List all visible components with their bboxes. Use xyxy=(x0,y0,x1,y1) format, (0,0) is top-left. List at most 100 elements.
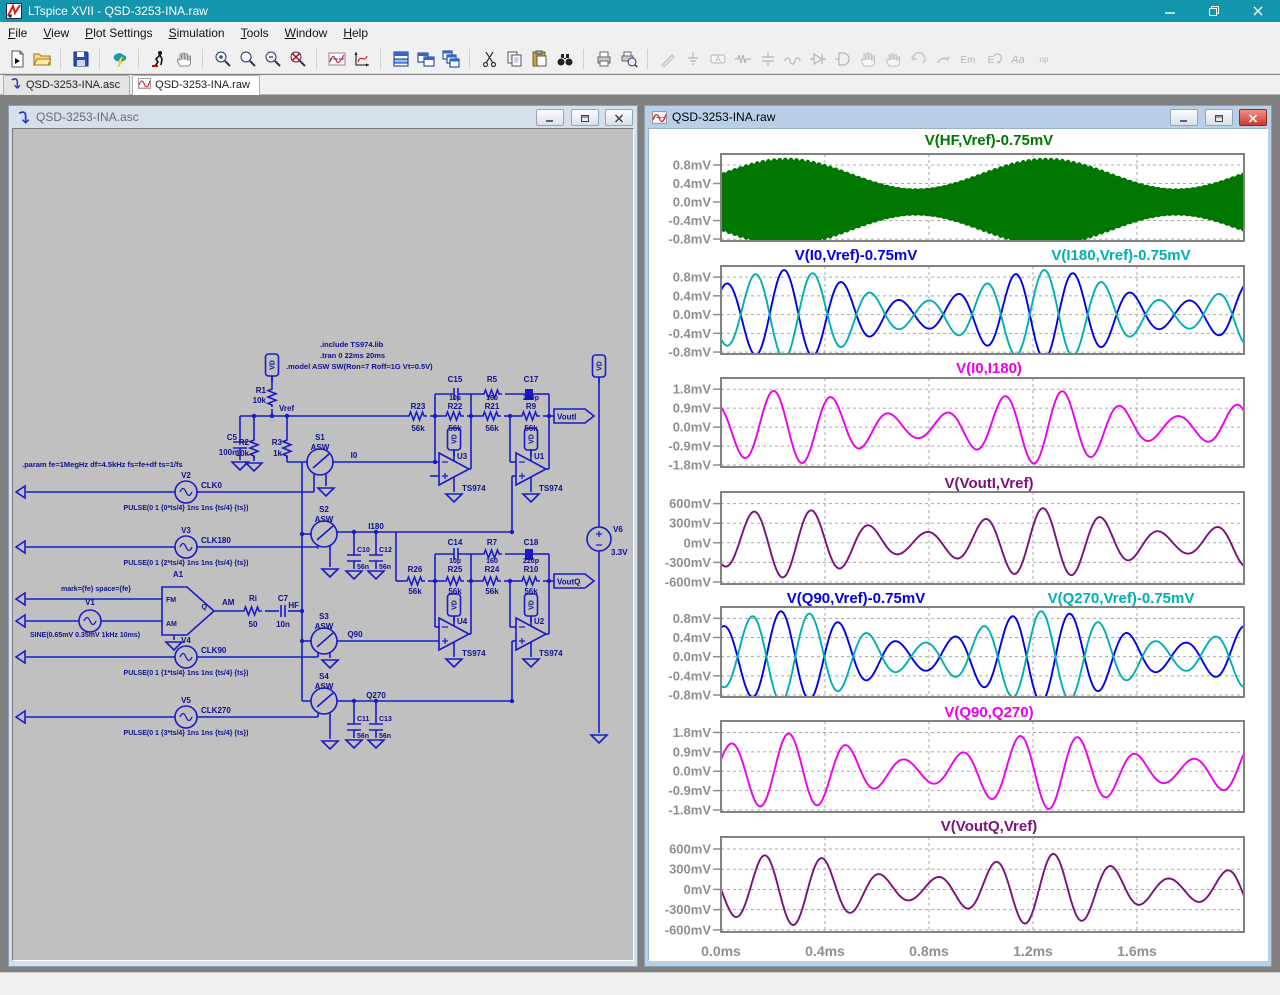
menu-item-plot-settings[interactable]: Plot Settings xyxy=(77,22,160,44)
cascade-windows-button[interactable] xyxy=(439,47,463,71)
schematic-restore-button[interactable] xyxy=(571,109,599,126)
svg-text:56k: 56k xyxy=(411,424,425,433)
toolbar: AEmEAa.op xyxy=(0,44,1280,74)
svg-text:300mV: 300mV xyxy=(669,862,711,877)
open-file-button[interactable] xyxy=(30,47,54,71)
paste-button[interactable] xyxy=(528,47,552,71)
svg-text:160: 160 xyxy=(486,558,498,565)
svg-text:220p: 220p xyxy=(523,395,539,402)
svg-text:V(HF,Vref)-0.75mV: V(HF,Vref)-0.75mV xyxy=(925,132,1053,149)
toolbar-separator xyxy=(99,49,107,69)
svg-text:R25: R25 xyxy=(448,565,463,574)
tile-vertically-button[interactable] xyxy=(414,47,438,71)
waveform-window-titlebar[interactable]: QSD-3253-INA.raw xyxy=(648,106,1268,128)
schematic-minimize-button[interactable] xyxy=(536,109,564,126)
menu-item-view[interactable]: View xyxy=(35,22,77,44)
svg-text:S2: S2 xyxy=(319,505,329,514)
svg-text:56k: 56k xyxy=(485,587,499,596)
tab-bar: QSD-3253-INA.ascQSD-3253-INA.raw xyxy=(0,75,1280,95)
schematic-drawing: VoutIVoutQVDVDVDVDVDVD.include TS974.lib… xyxy=(13,129,633,960)
pause-simulation-button[interactable] xyxy=(172,47,196,71)
schematic-window: QSD-3253-INA.asc VoutIVoutQVDVDVDVDVDVD.… xyxy=(8,105,638,967)
copy-button[interactable] xyxy=(503,47,527,71)
print-button[interactable] xyxy=(592,47,616,71)
svg-text:VD: VD xyxy=(452,600,459,610)
svg-text:10k: 10k xyxy=(253,396,267,405)
svg-text:56k: 56k xyxy=(485,424,499,433)
svg-text:0.8mV: 0.8mV xyxy=(673,270,712,285)
halt-simulation-button[interactable] xyxy=(147,47,171,71)
zoom-in-button[interactable] xyxy=(211,47,235,71)
svg-text:V2: V2 xyxy=(181,471,191,480)
waveform-plot-area[interactable]: V(HF,Vref)-0.75mV0.8mV0.4mV0.0mV-0.4mV-0… xyxy=(648,128,1268,961)
svg-text:-0.4mV: -0.4mV xyxy=(668,668,711,683)
menu-item-file[interactable]: File xyxy=(0,22,35,44)
svg-text:E: E xyxy=(988,55,995,66)
toolbar-separator xyxy=(583,49,591,69)
svg-text:C11: C11 xyxy=(357,716,370,723)
plot-pane-7: V(VoutQ,Vref)600mV300mV0mV-300mV-600mV xyxy=(665,818,1244,937)
svg-text:VD: VD xyxy=(270,360,277,370)
svg-text:R21: R21 xyxy=(485,402,500,411)
plot-pane-1: V(HF,Vref)-0.75mV0.8mV0.4mV0.0mV-0.4mV-0… xyxy=(668,132,1244,247)
resistor-tool-button xyxy=(731,47,755,71)
restore-button[interactable] xyxy=(1192,0,1236,22)
run-simulation-button[interactable] xyxy=(108,47,132,71)
svg-text:VoutI: VoutI xyxy=(557,413,576,422)
menu-item-help[interactable]: Help xyxy=(335,22,376,44)
svg-text:600mV: 600mV xyxy=(669,841,711,856)
toolbar-separator xyxy=(469,49,477,69)
save-button[interactable] xyxy=(69,47,93,71)
waveform-plots: V(HF,Vref)-0.75mV0.8mV0.4mV0.0mV-0.4mV-0… xyxy=(649,129,1268,960)
schematic-window-titlebar[interactable]: QSD-3253-INA.asc xyxy=(12,106,634,128)
svg-text:-1.8mV: -1.8mV xyxy=(668,802,711,817)
zoom-full-extents-button[interactable] xyxy=(286,47,310,71)
toolbar-separator xyxy=(138,49,146,69)
svg-text:U1: U1 xyxy=(534,452,545,461)
tab-qsd-3253-ina.raw[interactable]: QSD-3253-INA.raw xyxy=(132,75,260,95)
schematic-canvas[interactable]: VoutIVoutQVDVDVDVDVDVD.include TS974.lib… xyxy=(12,128,634,961)
waveform-close-button[interactable] xyxy=(1239,109,1267,126)
schematic-close-button[interactable] xyxy=(605,109,633,126)
menu-item-tools[interactable]: Tools xyxy=(233,22,277,44)
svg-text:0.8ms: 0.8ms xyxy=(909,943,949,959)
svg-text:C13: C13 xyxy=(379,716,392,723)
svg-text:C14: C14 xyxy=(448,538,463,547)
svg-text:50: 50 xyxy=(249,620,258,629)
label-net-button: A xyxy=(706,47,730,71)
schematic-components: VoutIVoutQVDVDVDVDVDVD xyxy=(16,354,611,749)
svg-text:0.0mV: 0.0mV xyxy=(673,764,712,779)
svg-text:56k: 56k xyxy=(524,587,538,596)
plot-settings-button[interactable] xyxy=(325,47,349,71)
minimize-button[interactable] xyxy=(1148,0,1192,22)
autorange-y-axis-button[interactable] xyxy=(350,47,374,71)
print-preview-button[interactable] xyxy=(617,47,641,71)
svg-text:-0.4mV: -0.4mV xyxy=(668,213,711,228)
svg-text:C7: C7 xyxy=(278,594,289,603)
toolbar-separator xyxy=(202,49,210,69)
svg-text:1k: 1k xyxy=(273,449,282,458)
svg-text:0.9mV: 0.9mV xyxy=(673,744,712,759)
svg-text:100n: 100n xyxy=(219,448,237,457)
svg-text:10µ: 10µ xyxy=(449,395,461,402)
toolbar-separator xyxy=(647,49,655,69)
svg-text:I180: I180 xyxy=(368,522,384,531)
drag-tool-button xyxy=(881,47,905,71)
spice-directive-button: .op xyxy=(1031,47,1055,71)
svg-text:.op: .op xyxy=(1037,55,1049,64)
cut-button[interactable] xyxy=(478,47,502,71)
new-schematic-button[interactable] xyxy=(5,47,29,71)
tab-qsd-3253-ina.asc[interactable]: QSD-3253-INA.asc xyxy=(3,75,130,95)
tile-horizontally-button[interactable] xyxy=(389,47,413,71)
svg-text:-0.4mV: -0.4mV xyxy=(668,326,711,341)
find-button[interactable] xyxy=(553,47,577,71)
waveform-restore-button[interactable] xyxy=(1205,109,1233,126)
zoom-pan-button[interactable] xyxy=(236,47,260,71)
svg-text:.param fe=1MegHz df=4.5kHz fs=: .param fe=1MegHz df=4.5kHz fs=fe+df ts=1… xyxy=(22,460,183,469)
menu-item-window[interactable]: Window xyxy=(277,22,336,44)
menu-item-simulation[interactable]: Simulation xyxy=(161,22,233,44)
close-button[interactable] xyxy=(1236,0,1280,22)
zoom-out-button[interactable] xyxy=(261,47,285,71)
waveform-minimize-button[interactable] xyxy=(1170,109,1198,126)
mirror-button: Em xyxy=(956,47,980,71)
